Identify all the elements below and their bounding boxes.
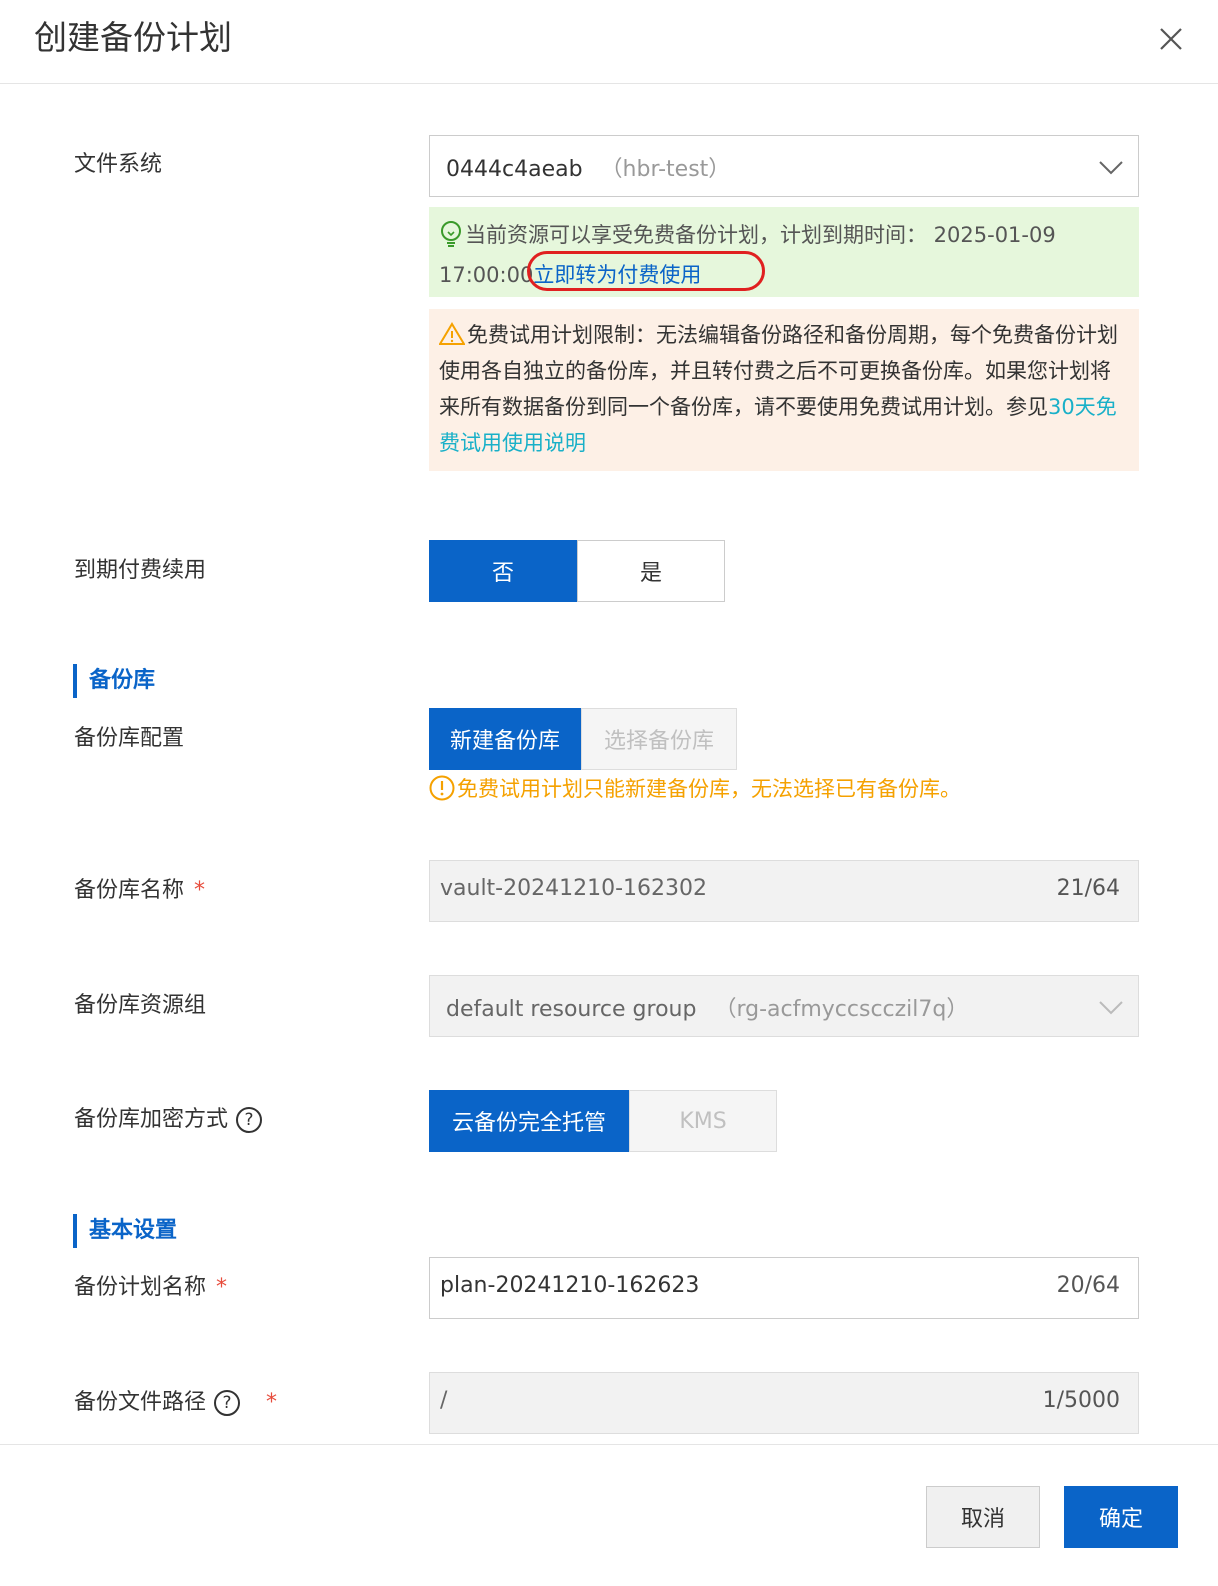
vault-config-toggle: 新建备份库 选择备份库 — [429, 708, 737, 770]
vault-name-input[interactable]: vault-20241210-162302 21/64 — [429, 860, 1139, 922]
file-system-label: 文件系统 — [74, 152, 163, 177]
resource-group-name: default resource group — [446, 997, 697, 1022]
chevron-down-icon — [1099, 1001, 1123, 1015]
close-icon[interactable] — [1154, 22, 1188, 56]
file-system-select[interactable]: 0444c4aeab （hbr-test） — [429, 135, 1139, 197]
encryption-label: 备份库加密方式? — [74, 1105, 263, 1135]
plan-name-input[interactable]: plan-20241210-162623 20/64 — [429, 1257, 1139, 1319]
backup-path-label: 备份文件路径? * — [74, 1388, 277, 1418]
confirm-button[interactable]: 确定 — [1064, 1486, 1178, 1548]
resource-group-label: 备份库资源组 — [74, 993, 207, 1018]
vault-name-count: 21/64 — [1056, 876, 1120, 901]
required-mark: * — [266, 1390, 278, 1415]
auto-renew-no-option[interactable]: 否 — [429, 540, 577, 602]
managed-encryption-option[interactable]: 云备份完全托管 — [429, 1090, 629, 1152]
new-vault-option[interactable]: 新建备份库 — [429, 708, 581, 770]
warning-icon — [439, 322, 465, 345]
plan-name-count: 20/64 — [1056, 1273, 1120, 1298]
resource-group-select[interactable]: default resource group （rg-acfmyccscczil7… — [429, 975, 1139, 1037]
file-system-value: 0444c4aeab （hbr-test） — [446, 151, 730, 183]
basic-section-title: 基本设置 — [73, 1214, 177, 1248]
backup-path-value: / — [440, 1388, 448, 1413]
free-plan-notice: 当前资源可以享受免费备份计划，计划到期时间： 2025-01-09 17:00:… — [429, 207, 1139, 297]
dialog-body: 文件系统 0444c4aeab （hbr-test） 当前资源可以享受免费备份计划… — [0, 84, 1218, 1444]
resource-group-value: default resource group （rg-acfmyccscczil7… — [446, 991, 968, 1023]
trial-limit-notice: 免费试用计划限制：无法编辑备份路径和备份周期，每个免费备份计划使用各自独立的备份… — [429, 309, 1139, 471]
plan-name-label: 备份计划名称 * — [74, 1273, 227, 1303]
required-mark: * — [194, 878, 206, 903]
file-system-name: （hbr-test） — [600, 157, 731, 182]
vault-name-value: vault-20241210-162302 — [440, 876, 708, 901]
vault-config-label: 备份库配置 — [74, 726, 185, 751]
dialog-title: 创建备份计划 — [34, 18, 232, 57]
encryption-label-text: 备份库加密方式 — [74, 1107, 229, 1132]
select-vault-option[interactable]: 选择备份库 — [581, 708, 737, 770]
resource-group-id: （rg-acfmyccscczil7q） — [714, 997, 969, 1022]
free-plan-text: 当前资源可以享受免费备份计划，计划到期时间： 2025-01-09 17:00:… — [439, 223, 1056, 287]
vault-name-label: 备份库名称 * — [74, 876, 205, 906]
auto-renew-toggle: 否 是 — [429, 540, 725, 602]
chevron-down-icon — [1099, 161, 1123, 175]
help-icon[interactable]: ? — [214, 1390, 241, 1416]
backup-path-count: 1/5000 — [1042, 1388, 1120, 1413]
vault-name-label-text: 备份库名称 — [74, 878, 185, 903]
kms-encryption-option[interactable]: KMS — [629, 1090, 777, 1152]
vault-config-hint: 免费试用计划只能新建备份库，无法选择已有备份库。 — [429, 772, 961, 806]
lightbulb-icon — [441, 221, 461, 247]
plan-name-value: plan-20241210-162623 — [440, 1273, 700, 1298]
required-mark: * — [216, 1275, 228, 1300]
vault-config-hint-text: 免费试用计划只能新建备份库，无法选择已有备份库。 — [457, 777, 961, 801]
dialog-header: 创建备份计划 — [0, 0, 1218, 84]
help-icon[interactable]: ? — [236, 1107, 263, 1133]
auto-renew-label: 到期付费续用 — [74, 558, 207, 583]
plan-name-label-text: 备份计划名称 — [74, 1275, 207, 1300]
backup-path-input[interactable]: / 1/5000 — [429, 1372, 1139, 1434]
backup-path-label-text: 备份文件路径 — [74, 1390, 207, 1415]
dialog-footer: 取消 确定 — [0, 1444, 1218, 1586]
trial-limit-text: 免费试用计划限制：无法编辑备份路径和备份周期，每个免费备份计划使用各自独立的备份… — [439, 323, 1118, 419]
vault-section-title: 备份库 — [73, 664, 155, 698]
exclamation-circle-icon — [429, 775, 455, 801]
file-system-id: 0444c4aeab — [446, 157, 583, 182]
cancel-button[interactable]: 取消 — [926, 1486, 1040, 1548]
auto-renew-yes-option[interactable]: 是 — [577, 540, 725, 602]
convert-to-paid-link[interactable]: 立即转为付费使用 — [533, 263, 701, 287]
encryption-toggle: 云备份完全托管 KMS — [429, 1090, 777, 1152]
